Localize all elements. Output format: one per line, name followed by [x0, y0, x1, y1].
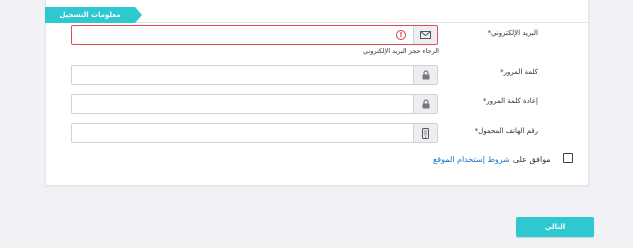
terms-prefix: موافق على — [512, 154, 551, 164]
terms-link[interactable]: شروط إستخدام الموقع — [433, 155, 510, 164]
mobile-label: رقم الهاتف المحمول* — [474, 127, 538, 135]
envelope-icon — [413, 26, 437, 44]
error-icon: ! — [396, 30, 406, 40]
next-button[interactable]: التالي — [516, 217, 594, 237]
password-label: كلمة المرور* — [500, 68, 538, 76]
password-field[interactable] — [71, 65, 438, 85]
email-label: البريد الإلكتروني* — [487, 29, 538, 37]
mobile-field[interactable] — [71, 123, 438, 143]
email-error-message: الرجاء حجز البريد الإلكتروني — [363, 47, 439, 55]
section-title: معلومات التسجيل — [45, 7, 142, 23]
email-field[interactable]: ! — [71, 25, 438, 45]
confirm-password-field[interactable] — [71, 94, 438, 114]
mobile-icon — [413, 124, 437, 142]
lock-icon — [413, 66, 437, 84]
confirm-password-label: إعادة كلمة المرور* — [482, 97, 538, 105]
terms-checkbox[interactable] — [563, 153, 573, 163]
lock-icon — [413, 95, 437, 113]
terms-agreement: موافق على شروط إستخدام الموقع — [433, 153, 551, 165]
